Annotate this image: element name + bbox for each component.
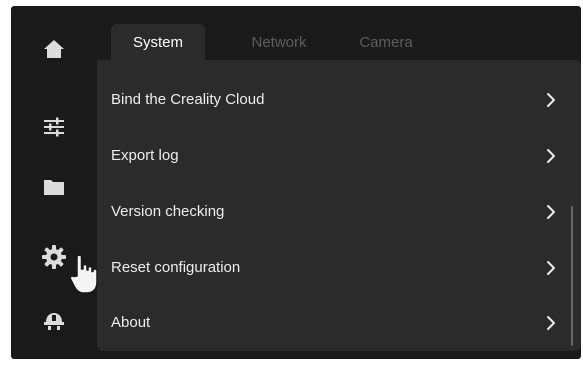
menu-item-version-checking[interactable]: Version checking [97,184,581,239]
menu-item-reset-configuration[interactable]: Reset configuration [97,240,581,295]
menu-item-export-log[interactable]: Export log [97,128,581,183]
menu-item-label: Version checking [111,203,225,220]
menu-item-label: About [111,314,151,331]
sidebar-item-tune[interactable] [11,104,97,150]
sliders-icon [44,117,64,137]
tab-camera[interactable]: Camera [351,24,421,60]
tab-network[interactable]: Network [239,24,319,60]
menu-item-label: Bind the Creality Cloud [111,91,265,108]
menu-item-bind-cloud[interactable]: Bind the Creality Cloud [97,72,581,127]
tab-bar: System Network Camera [97,6,581,60]
folder-icon [44,180,64,195]
sidebar-item-files[interactable] [11,164,97,210]
tab-system[interactable]: System [111,24,205,60]
chevron-right-icon [547,148,555,163]
menu-item-label: Export log [111,147,179,164]
chevron-right-icon [547,315,555,330]
chevron-right-icon [547,260,555,275]
sidebar-item-home[interactable] [11,26,97,72]
chevron-right-icon [547,92,555,107]
chevron-right-icon [547,204,555,219]
helmet-icon [44,313,64,330]
scrollbar[interactable] [571,206,573,346]
menu-item-about[interactable]: About [97,295,581,350]
gear-icon [42,245,66,269]
sidebar [11,6,97,359]
device-screen: System Network Camera Bind the Creality … [11,6,581,359]
home-icon [44,40,64,58]
menu-item-label: Reset configuration [111,259,241,276]
sidebar-item-service[interactable] [11,298,97,344]
settings-panel: Bind the Creality Cloud Export log Versi… [97,60,581,351]
pointing-hand-icon [69,254,98,294]
